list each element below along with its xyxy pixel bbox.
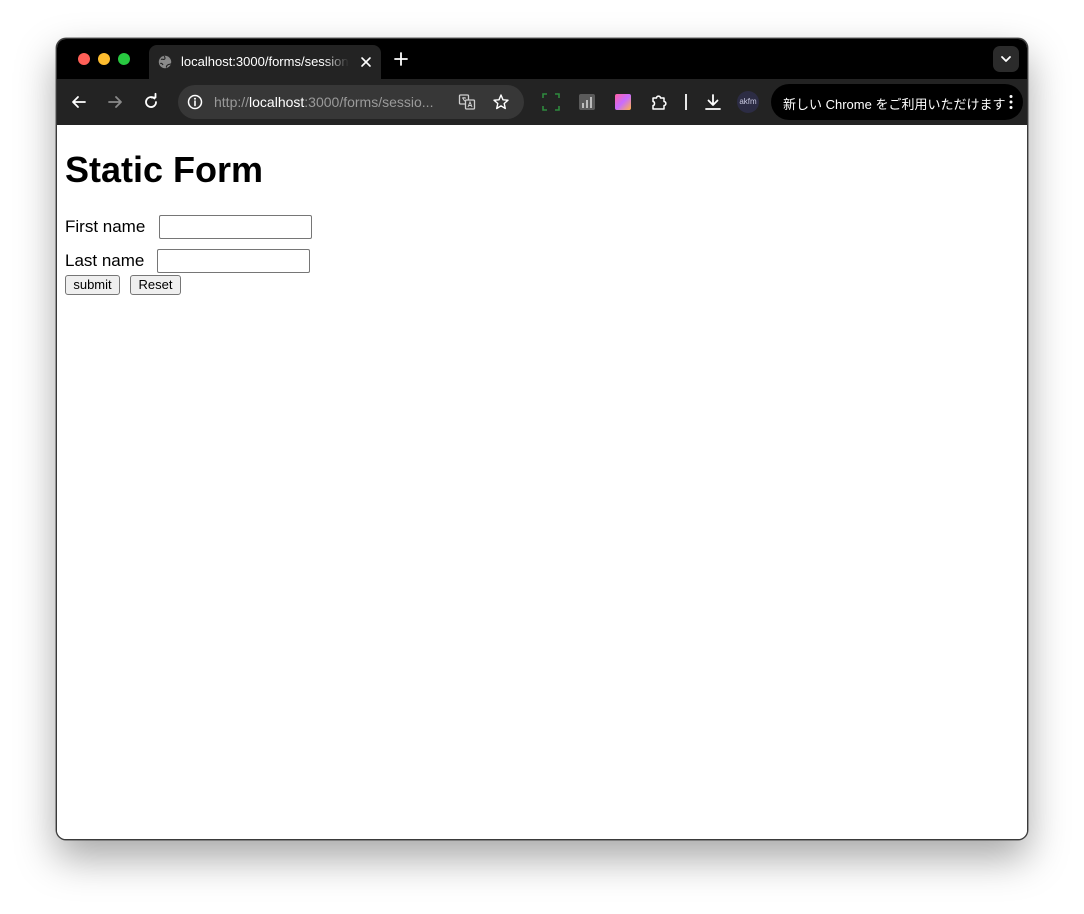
tab-strip: localhost:3000/forms/session	[57, 39, 1027, 79]
back-arrow-icon[interactable]	[69, 92, 89, 112]
reload-icon[interactable]	[141, 92, 161, 112]
browser-toolbar: http://localhost:3000/forms/sessio... ak…	[57, 79, 1027, 125]
chevron-down-icon	[1001, 56, 1011, 62]
page-title: Static Form	[65, 149, 264, 190]
url-path: :3000/forms/sessio...	[304, 94, 434, 110]
tab-title: localhost:3000/forms/session	[181, 54, 349, 69]
first-name-label: First name	[65, 217, 146, 236]
window-close-button[interactable]	[78, 53, 90, 65]
forward-arrow-icon[interactable]	[105, 92, 125, 112]
last-name-input[interactable]	[157, 249, 310, 273]
chrome-update-button[interactable]: 新しい Chrome をご利用いただけます	[771, 84, 1023, 120]
tab-search-button[interactable]	[993, 46, 1019, 72]
last-name-label: Last name	[65, 251, 145, 270]
browser-window: localhost:3000/forms/session http://loca…	[56, 38, 1028, 840]
bar-chart-extension-icon[interactable]	[577, 92, 597, 112]
gradient-extension-icon[interactable]	[613, 92, 633, 112]
page-content: Static Form First name Last name submit …	[57, 125, 1027, 839]
info-icon[interactable]	[187, 94, 203, 110]
tab-active[interactable]: localhost:3000/forms/session	[149, 45, 381, 79]
window-maximize-button[interactable]	[118, 53, 130, 65]
plus-icon[interactable]	[393, 51, 409, 67]
url-scheme: http://	[214, 94, 250, 110]
toolbar-divider	[685, 94, 687, 110]
reset-button[interactable]: Reset	[130, 275, 181, 295]
submit-button[interactable]: submit	[65, 275, 120, 295]
address-bar[interactable]: http://localhost:3000/forms/sessio...	[178, 85, 524, 119]
profile-avatar[interactable]: akfm	[737, 91, 759, 113]
globe-icon	[158, 55, 172, 69]
translate-icon[interactable]	[458, 93, 476, 111]
more-menu-icon[interactable]	[1009, 94, 1013, 110]
first-name-input[interactable]	[159, 215, 312, 239]
bookmark-star-icon[interactable]	[492, 93, 510, 111]
window-minimize-button[interactable]	[98, 53, 110, 65]
puzzle-extensions-icon[interactable]	[649, 92, 669, 112]
url-host: localhost	[249, 94, 305, 110]
url-text[interactable]: http://localhost:3000/forms/sessio...	[214, 94, 458, 110]
close-icon[interactable]	[360, 56, 372, 68]
update-banner-text: 新しい Chrome をご利用いただけます	[783, 97, 1006, 112]
download-icon[interactable]	[703, 92, 723, 112]
screenshot-extension-icon[interactable]	[541, 92, 561, 112]
